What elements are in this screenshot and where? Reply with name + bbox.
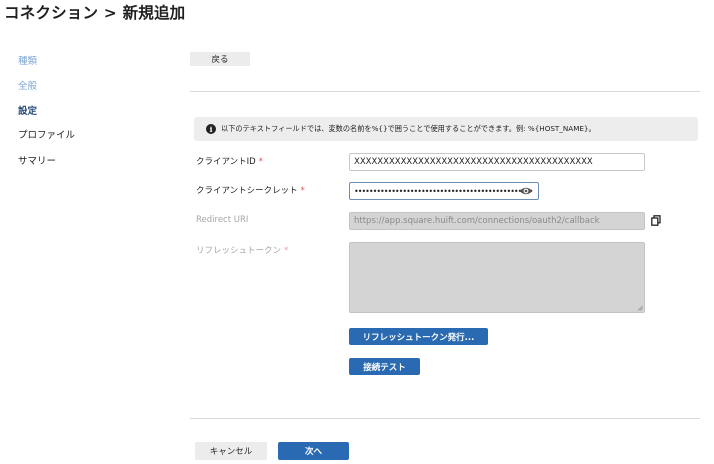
back-button[interactable]: 戻る [190, 52, 250, 66]
sidebar-item-type[interactable]: 種類 [18, 53, 37, 67]
cancel-button[interactable]: キャンセル [195, 442, 267, 460]
required-mark: * [300, 186, 305, 196]
divider-top [190, 91, 700, 92]
required-mark: * [284, 246, 289, 256]
sidebar-item-profile: プロファイル [18, 130, 76, 141]
client-secret-label: クライアントシークレット * [196, 184, 305, 196]
refresh-token-textarea [349, 242, 645, 313]
client-secret-input[interactable]: ••••••••••••••••••••••••••••••••••••••••… [349, 182, 539, 200]
divider-bottom [190, 418, 700, 419]
redirect-uri-label: Redirect URI [196, 215, 249, 225]
info-banner: i 以下のテキストフィールドでは、変数の名前を%{}で囲うことで使用することがで… [194, 117, 698, 141]
issue-refresh-token-button[interactable]: リフレッシュトークン発行... [349, 328, 488, 345]
page-title: コネクション > 新規追加 [4, 4, 186, 22]
refresh-token-label-text: リフレッシュトークン [196, 246, 282, 256]
sidebar-item-general[interactable]: 全般 [18, 78, 37, 92]
refresh-token-label: リフレッシュトークン * [196, 244, 288, 256]
connection-test-button[interactable]: 接続テスト [349, 358, 420, 375]
client-id-label: クライアントID * [196, 155, 263, 167]
client-id-input[interactable]: XXXXXXXXXXXXXXXXXXXXXXXXXXXXXXXXXXXXXXXX… [349, 153, 645, 171]
sidebar-item-settings[interactable]: 設定 [18, 103, 37, 117]
client-id-label-text: クライアントID [196, 157, 256, 167]
client-secret-label-text: クライアントシークレット [196, 186, 298, 196]
info-icon: i [206, 124, 216, 134]
next-button[interactable]: 次へ [278, 442, 349, 460]
client-secret-value: ••••••••••••••••••••••••••••••••••••••••… [354, 186, 533, 196]
redirect-uri-input: https://app.square.huift.com/connections… [349, 212, 645, 230]
required-mark: * [258, 157, 263, 167]
info-text: 以下のテキストフィールドでは、変数の名前を%{}で囲うことで使用することができま… [221, 124, 596, 133]
resize-grip-icon [637, 305, 643, 311]
sidebar-item-summary: サマリー [18, 156, 57, 167]
eye-icon[interactable] [519, 186, 533, 196]
copy-icon[interactable] [651, 215, 661, 226]
